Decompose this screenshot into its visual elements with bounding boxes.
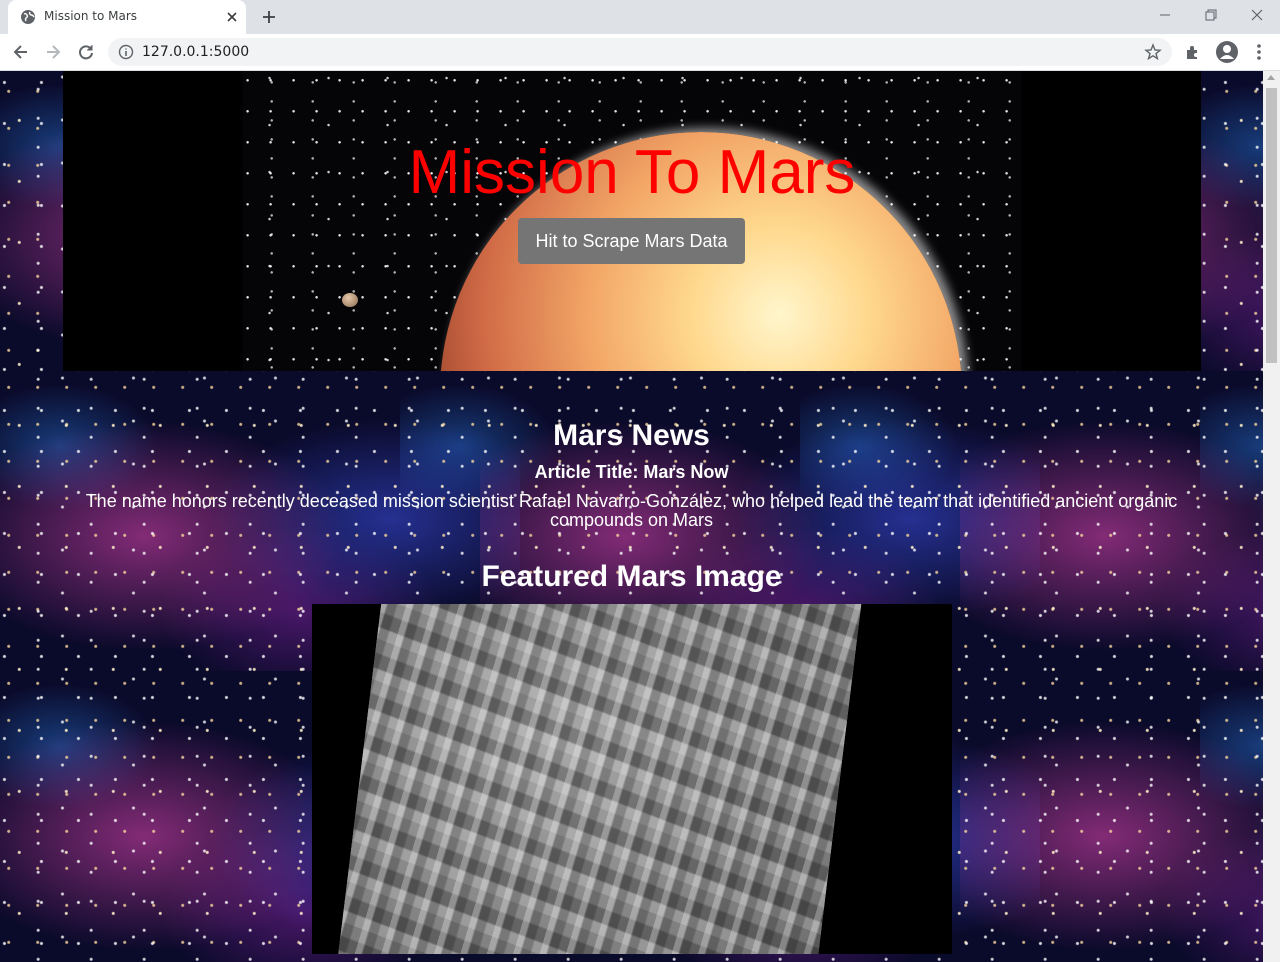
article-title: Article Title: Mars Now <box>0 462 1263 483</box>
featured-image-heading: Featured Mars Image <box>481 560 782 593</box>
scrollbar-thumb[interactable] <box>1266 88 1277 363</box>
featured-mars-image <box>312 604 952 954</box>
scrape-button[interactable]: Hit to Scrape Mars Data <box>518 218 745 264</box>
forward-arrow-icon[interactable] <box>43 42 63 62</box>
address-bar[interactable]: 127.0.0.1:5000 <box>108 38 1172 66</box>
browser-tab[interactable]: Mission to Mars <box>8 0 246 34</box>
globe-icon <box>21 10 35 24</box>
back-arrow-icon[interactable] <box>11 42 31 62</box>
scroll-up-arrow-icon[interactable] <box>1267 75 1275 80</box>
article-title-label: Article Title: <box>534 462 639 482</box>
url-text[interactable]: 127.0.0.1:5000 <box>142 44 249 60</box>
plus-icon[interactable] <box>260 8 278 26</box>
page-title: Mission To Mars <box>408 138 856 207</box>
article-title-value: Mars Now <box>643 462 729 482</box>
extensions-icon[interactable] <box>1183 42 1203 62</box>
reload-icon[interactable] <box>76 42 96 62</box>
dunes-photo <box>337 604 863 954</box>
minimize-icon[interactable] <box>1155 5 1175 25</box>
menu-icon[interactable] <box>1249 42 1269 62</box>
article-teaser: The name honors recently deceased missio… <box>85 491 1178 530</box>
moon-image <box>342 293 358 307</box>
vertical-scrollbar[interactable] <box>1263 71 1280 962</box>
hero-jumbotron: Mission To Mars Hit to Scrape Mars Data <box>63 71 1201 371</box>
browser-toolbar: 127.0.0.1:5000 <box>0 34 1280 70</box>
page-viewport: Mission To Mars Hit to Scrape Mars Data … <box>0 71 1263 962</box>
info-icon[interactable] <box>118 44 134 60</box>
news-heading: Mars News <box>553 419 710 452</box>
tab-title: Mission to Mars <box>44 9 138 23</box>
tab-strip: Mission to Mars <box>0 0 1280 34</box>
close-icon[interactable] <box>1247 5 1267 25</box>
close-icon[interactable] <box>224 9 240 25</box>
restore-icon[interactable] <box>1201 5 1221 25</box>
profile-icon[interactable] <box>1215 40 1239 64</box>
star-icon[interactable] <box>1144 43 1162 61</box>
